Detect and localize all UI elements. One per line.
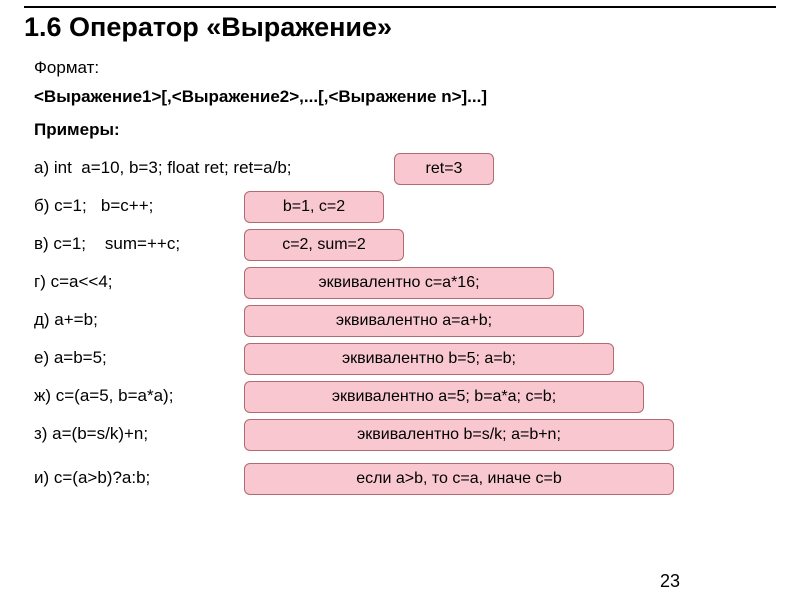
result-box: эквивалентно a=5; b=a*a; c=b; — [244, 381, 644, 413]
code-text: а) int a=10, b=3; float ret; ret=a/b; — [34, 157, 292, 180]
example-row: е) a=b=5; эквивалентно b=5; a=b; — [34, 340, 766, 378]
result-box: эквивалентно b=5; a=b; — [244, 343, 614, 375]
code-text: з) a=(b=s/k)+n; — [34, 423, 148, 446]
result-box: c=2, sum=2 — [244, 229, 404, 261]
code-text: б) c=1; b=c++; — [34, 195, 153, 218]
example-row: в) c=1; sum=++c; c=2, sum=2 — [34, 226, 766, 264]
content-area: Формат: <Выражение1>[,<Выражение2>,...[,… — [34, 57, 766, 498]
example-row: и) c=(a>b)?a:b; если a>b, то c=a, иначе … — [34, 460, 766, 498]
example-row: з) a=(b=s/k)+n; эквивалентно b=s/k; a=b+… — [34, 416, 766, 454]
example-row: д) a+=b; эквивалентно a=a+b; — [34, 302, 766, 340]
example-row: г) c=a<<4; эквивалентно c=a*16; — [34, 264, 766, 302]
result-box: b=1, c=2 — [244, 191, 384, 223]
code-text: в) c=1; sum=++c; — [34, 233, 180, 256]
result-box: эквивалентно b=s/k; a=b+n; — [244, 419, 674, 451]
code-text: и) c=(a>b)?a:b; — [34, 467, 150, 490]
example-row: а) int a=10, b=3; float ret; ret=a/b; re… — [34, 150, 766, 188]
result-box: эквивалентно c=a*16; — [244, 267, 554, 299]
example-row: б) c=1; b=c++; b=1, c=2 — [34, 188, 766, 226]
example-row: ж) c=(a=5, b=a*a); эквивалентно a=5; b=a… — [34, 378, 766, 416]
result-box: ret=3 — [394, 153, 494, 185]
code-text: ж) c=(a=5, b=a*a); — [34, 385, 173, 408]
result-box: эквивалентно a=a+b; — [244, 305, 584, 337]
page-title: 1.6 Оператор «Выражение» — [24, 12, 776, 43]
label-format: Формат: — [34, 57, 766, 80]
page-number: 23 — [660, 571, 680, 592]
label-examples: Примеры: — [34, 119, 766, 142]
code-text: г) c=a<<4; — [34, 271, 113, 294]
syntax-line: <Выражение1>[,<Выражение2>,...[,<Выражен… — [34, 86, 766, 109]
result-box: если a>b, то c=a, иначе c=b — [244, 463, 674, 495]
code-text: д) a+=b; — [34, 309, 98, 332]
code-text: е) a=b=5; — [34, 347, 107, 370]
